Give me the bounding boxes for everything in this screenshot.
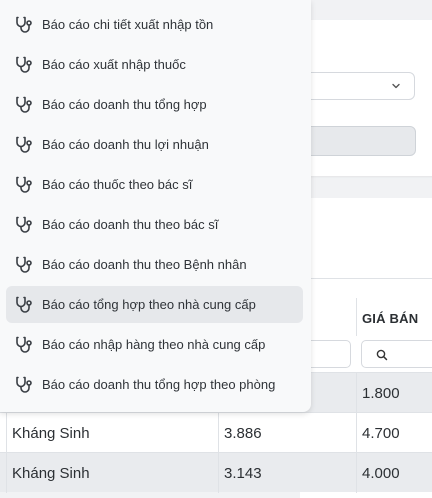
column-header-price[interactable]: GIÁ BÁN — [356, 298, 432, 336]
menu-item-report[interactable]: Báo cáo doanh thu theo bác sĩ — [6, 206, 303, 243]
stethoscope-icon — [16, 256, 32, 273]
menu-item-report[interactable]: Báo cáo chi tiết xuất nhập tồn — [6, 6, 303, 43]
menu-item-label: Báo cáo xuất nhập thuốc — [42, 57, 186, 72]
stethoscope-icon — [16, 296, 32, 313]
stethoscope-icon — [16, 336, 32, 353]
menu-item-report[interactable]: Báo cáo nhập hàng theo nhà cung cấp — [6, 326, 303, 363]
stethoscope-icon — [16, 216, 32, 233]
menu-item-label: Báo cáo doanh thu lợi nhuận — [42, 137, 209, 152]
menu-item-report[interactable]: Báo cáo doanh thu tổng hợp theo phòng — [6, 366, 303, 403]
menu-item-label: Báo cáo tổng hợp theo nhà cung cấp — [42, 297, 256, 312]
table-row[interactable]: Kháng Sinh 3.886 4.700 — [0, 412, 432, 453]
menu-item-label: Báo cáo doanh thu tổng hợp theo phòng — [42, 377, 276, 392]
price-cell: 1.800 — [356, 373, 432, 413]
menu-item-report[interactable]: Báo cáo xuất nhập thuốc — [6, 46, 303, 83]
stethoscope-icon — [16, 136, 32, 153]
menu-item-label: Báo cáo doanh thu tổng hợp — [42, 97, 207, 112]
group-cell: Kháng Sinh — [6, 413, 218, 453]
menu-item-label: Báo cáo chi tiết xuất nhập tồn — [42, 17, 214, 32]
stethoscope-icon — [16, 16, 32, 33]
stethoscope-icon — [16, 176, 32, 193]
search-icon — [376, 349, 388, 361]
menu-item-report-active[interactable]: Báo cáo tổng hợp theo nhà cung cấp — [6, 286, 303, 323]
menu-item-report[interactable]: Báo cáo thuốc theo bác sĩ — [6, 166, 303, 203]
stethoscope-icon — [16, 96, 32, 113]
disabled-field — [300, 126, 416, 156]
menu-item-label: Báo cáo doanh thu theo Bệnh nhân — [42, 257, 247, 272]
menu-item-label: Báo cáo nhập hàng theo nhà cung cấp — [42, 337, 266, 352]
divider — [300, 278, 432, 279]
cost-cell: 3.886 — [218, 413, 356, 453]
menu-item-report[interactable]: Báo cáo doanh thu lợi nhuận — [6, 126, 303, 163]
column-header-price-label: GIÁ BÁN — [362, 311, 419, 326]
stethoscope-icon — [16, 56, 32, 73]
price-cell: 4.700 — [356, 413, 432, 453]
menu-item-report[interactable]: Báo cáo doanh thu tổng hợp — [6, 86, 303, 123]
menu-item-report[interactable]: Báo cáo doanh thu theo Bệnh nhân — [6, 246, 303, 283]
cost-cell: 3.143 — [218, 453, 356, 493]
price-cell: 4.000 — [356, 453, 432, 493]
report-dropdown-menu: Báo cáo chi tiết xuất nhập tồn Báo cáo x… — [0, 0, 311, 412]
chevron-down-icon — [392, 83, 400, 89]
menu-item-label: Báo cáo thuốc theo bác sĩ — [42, 177, 193, 192]
table-row[interactable]: Kháng Sinh 3.143 4.000 — [0, 452, 432, 493]
menu-item-label: Báo cáo doanh thu theo bác sĩ — [42, 217, 219, 232]
price-filter-input[interactable] — [361, 340, 432, 368]
group-cell: Kháng Sinh — [6, 453, 218, 493]
report-select[interactable] — [300, 72, 415, 100]
stethoscope-icon — [16, 376, 32, 393]
